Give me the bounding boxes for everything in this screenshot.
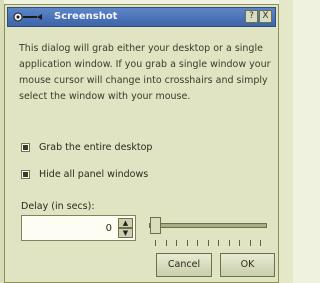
delay-value[interactable]: 0 bbox=[106, 223, 112, 234]
screenshot-app-icon bbox=[13, 11, 43, 23]
slider-tick bbox=[218, 240, 219, 246]
slider-tick bbox=[228, 240, 230, 246]
slider-tick bbox=[260, 240, 261, 246]
slider-tick bbox=[197, 240, 198, 246]
title-bar[interactable]: Screenshot ? X bbox=[7, 7, 276, 27]
screenshot-dialog: Screenshot ? X This dialog will grab eit… bbox=[4, 4, 279, 283]
delay-label: Delay (in secs): bbox=[21, 201, 95, 212]
spin-up-button[interactable]: ▲ bbox=[118, 218, 133, 228]
hide-panels-label: Hide all panel windows bbox=[39, 169, 149, 180]
slider-tick bbox=[207, 240, 209, 246]
slider-tick bbox=[165, 240, 167, 246]
delay-spinbox[interactable]: 0 ▲ ▼ bbox=[21, 215, 136, 241]
slider-tick bbox=[239, 240, 240, 246]
ok-button[interactable]: OK bbox=[220, 253, 275, 277]
slider-tick bbox=[186, 240, 188, 246]
delay-slider-track[interactable] bbox=[149, 223, 267, 228]
delay-slider-handle[interactable] bbox=[150, 217, 161, 234]
slider-tick bbox=[249, 240, 251, 246]
help-button[interactable]: ? bbox=[245, 10, 258, 23]
window-title: Screenshot bbox=[54, 11, 118, 22]
slider-tick bbox=[155, 240, 156, 246]
grab-desktop-label: Grab the entire desktop bbox=[39, 142, 153, 153]
grab-desktop-checkbox[interactable] bbox=[21, 143, 30, 152]
slider-tick bbox=[176, 240, 177, 246]
description-text: This dialog will grab either your deskto… bbox=[19, 43, 271, 102]
background-strip-right bbox=[279, 0, 293, 283]
hide-panels-checkbox[interactable] bbox=[21, 170, 30, 179]
cancel-button[interactable]: Cancel bbox=[156, 253, 212, 277]
delay-slider-ticks bbox=[155, 240, 265, 246]
spin-down-button[interactable]: ▼ bbox=[118, 228, 133, 238]
close-button[interactable]: X bbox=[259, 10, 272, 23]
